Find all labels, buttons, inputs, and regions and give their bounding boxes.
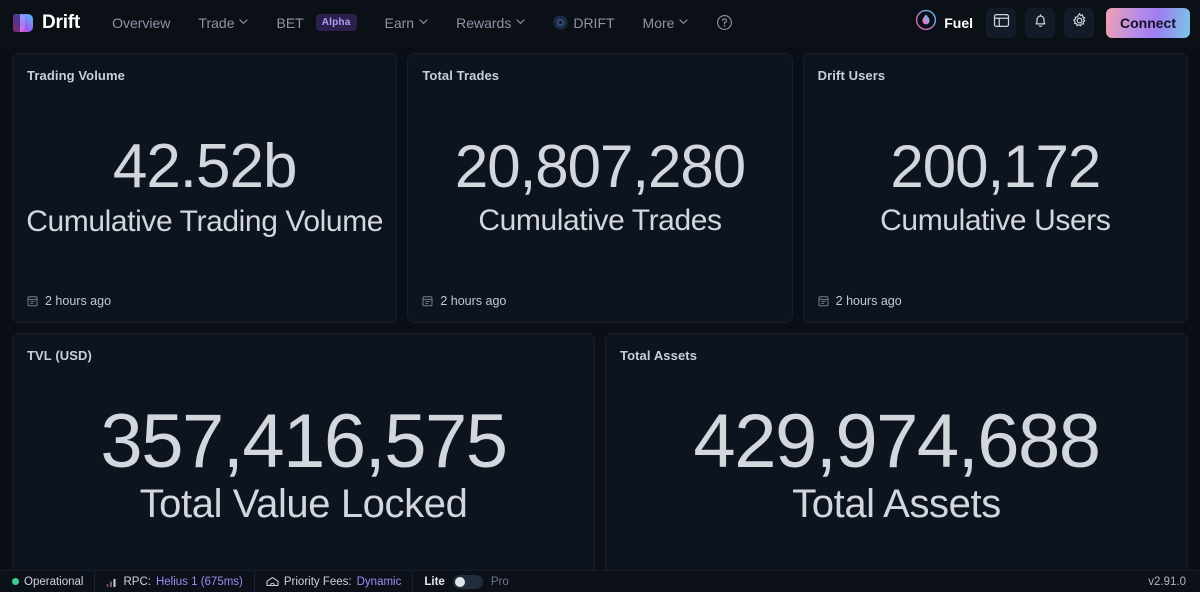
card-timestamp: 2 hours ago xyxy=(818,294,902,308)
card-body: 42.52b Cumulative Trading Volume xyxy=(26,83,384,312)
calendar-icon xyxy=(422,295,433,307)
stat-value: 357,416,575 xyxy=(100,398,508,484)
brand-logo-link[interactable]: Drift xyxy=(12,11,102,35)
stat-label: Cumulative Users xyxy=(880,203,1111,237)
nav-item-label: Rewards xyxy=(456,14,512,31)
bell-icon xyxy=(1032,12,1049,34)
stat-label: Cumulative Trades xyxy=(478,203,722,237)
stat-value: 200,172 xyxy=(890,133,1101,201)
card-timestamp-label: 2 hours ago xyxy=(835,294,902,308)
layout-panel-icon xyxy=(993,12,1010,34)
chevron-down-icon xyxy=(239,17,249,26)
calendar-icon xyxy=(27,295,38,307)
stats-row-bottom: TVL (USD) 357,416,575 Total Value Locked… xyxy=(12,333,1188,581)
nav-item-overview[interactable]: Overview xyxy=(102,0,184,45)
card-trading-volume: Trading Volume 42.52b Cumulative Trading… xyxy=(12,53,398,323)
signal-bars-icon xyxy=(106,577,118,587)
fuel-label: Fuel xyxy=(944,14,973,31)
nav-item-bet[interactable]: BET Alpha xyxy=(262,0,370,45)
connect-button[interactable]: Connect xyxy=(1106,7,1190,38)
card-drift-users: Drift Users 200,172 Cumulative Users 2 h… xyxy=(802,53,1188,323)
status-bar: Operational RPC: Helius 1 (675ms) Priori… xyxy=(0,570,1200,592)
nav-item-label: Trade xyxy=(198,14,235,31)
status-operational[interactable]: Operational xyxy=(8,570,96,592)
mode-switch-knob xyxy=(454,576,465,587)
card-tvl: TVL (USD) 357,416,575 Total Value Locked xyxy=(12,333,595,581)
card-body: 200,172 Cumulative Users xyxy=(818,83,1173,312)
bell-icon-button[interactable] xyxy=(1025,7,1055,38)
fuel-button[interactable]: Fuel xyxy=(915,9,977,36)
card-body: 357,416,575 Total Value Locked xyxy=(27,363,580,570)
nav-item-trade[interactable]: Trade xyxy=(184,0,262,45)
dashboard-main: Trading Volume 42.52b Cumulative Trading… xyxy=(0,45,1200,581)
stat-value: 42.52b xyxy=(112,132,298,202)
card-title: Trading Volume xyxy=(27,68,125,83)
chevron-down-icon xyxy=(419,17,428,26)
card-title: Total Trades xyxy=(422,68,500,83)
drift-cube-logo-icon xyxy=(12,11,34,35)
brand-name: Drift xyxy=(42,11,81,33)
gear-icon-button[interactable] xyxy=(1064,7,1094,38)
status-label: Operational xyxy=(24,575,84,588)
nav-item-label: Overview xyxy=(112,14,171,31)
app-version-label: v2.91.0 xyxy=(1148,575,1186,588)
navbar-left: Drift Overview Trade BET Alpha Earn Rewa… xyxy=(12,0,747,45)
card-title: Drift Users xyxy=(817,68,886,83)
navbar-right: Fuel Connect xyxy=(915,7,1190,38)
stat-value: 20,807,280 xyxy=(454,133,746,201)
calendar-icon xyxy=(818,295,829,307)
priority-fees-selector[interactable]: Priority Fees: Dynamic xyxy=(255,570,414,592)
nav-item-more[interactable]: More xyxy=(629,0,703,45)
stats-row-top: Trading Volume 42.52b Cumulative Trading… xyxy=(12,53,1188,323)
rpc-selector[interactable]: RPC: Helius 1 (675ms) xyxy=(95,570,255,592)
help-button[interactable] xyxy=(702,0,747,45)
nav-item-label: More xyxy=(642,14,675,31)
card-title: Total Assets xyxy=(620,348,698,363)
mode-switch[interactable] xyxy=(452,574,483,589)
nav-item-label: DRIFT xyxy=(573,14,615,31)
stat-label: Total Value Locked xyxy=(139,482,468,527)
nav-item-label: BET xyxy=(276,14,304,31)
top-navbar: Drift Overview Trade BET Alpha Earn Rewa… xyxy=(0,0,1200,45)
rpc-prefix-label: RPC: xyxy=(123,575,151,588)
layout-panel-icon-button[interactable] xyxy=(986,7,1016,38)
lite-mode-label: Lite xyxy=(424,575,445,588)
pro-mode-label: Pro xyxy=(490,575,509,588)
stat-label: Cumulative Trading Volume xyxy=(26,204,384,238)
chevron-down-icon xyxy=(516,17,526,26)
nav-item-drift-token[interactable]: DRIFT xyxy=(539,0,628,45)
card-body: 20,807,280 Cumulative Trades xyxy=(422,83,777,312)
fuel-droplet-icon xyxy=(915,9,937,36)
priority-fees-value-label: Dynamic xyxy=(356,575,402,588)
card-timestamp-label: 2 hours ago xyxy=(440,294,507,308)
gas-icon xyxy=(266,576,279,587)
drift-token-icon xyxy=(553,15,568,30)
lite-pro-toggle[interactable]: Lite Pro xyxy=(413,571,519,592)
alpha-badge: Alpha xyxy=(315,14,357,31)
card-total-trades: Total Trades 20,807,280 Cumulative Trade… xyxy=(407,53,793,323)
card-timestamp: 2 hours ago xyxy=(27,294,111,308)
question-circle-icon xyxy=(716,14,733,31)
nav-item-rewards[interactable]: Rewards xyxy=(442,0,539,45)
card-total-assets: Total Assets 429,974,688 Total Assets xyxy=(605,333,1188,581)
card-title: TVL (USD) xyxy=(27,348,92,363)
priority-fees-prefix-label: Priority Fees: xyxy=(283,575,352,588)
status-dot-icon xyxy=(12,578,19,585)
card-timestamp-label: 2 hours ago xyxy=(45,294,112,308)
card-body: 429,974,688 Total Assets xyxy=(620,363,1173,570)
gear-icon xyxy=(1071,12,1088,34)
stat-label: Total Assets xyxy=(792,482,1001,527)
connect-button-label: Connect xyxy=(1120,14,1176,31)
nav-item-label: Earn xyxy=(384,14,415,31)
stat-value: 429,974,688 xyxy=(693,398,1101,484)
rpc-value-label: Helius 1 (675ms) xyxy=(155,575,243,588)
card-timestamp: 2 hours ago xyxy=(422,294,506,308)
nav-item-earn[interactable]: Earn xyxy=(371,0,443,45)
chevron-down-icon xyxy=(679,17,689,26)
